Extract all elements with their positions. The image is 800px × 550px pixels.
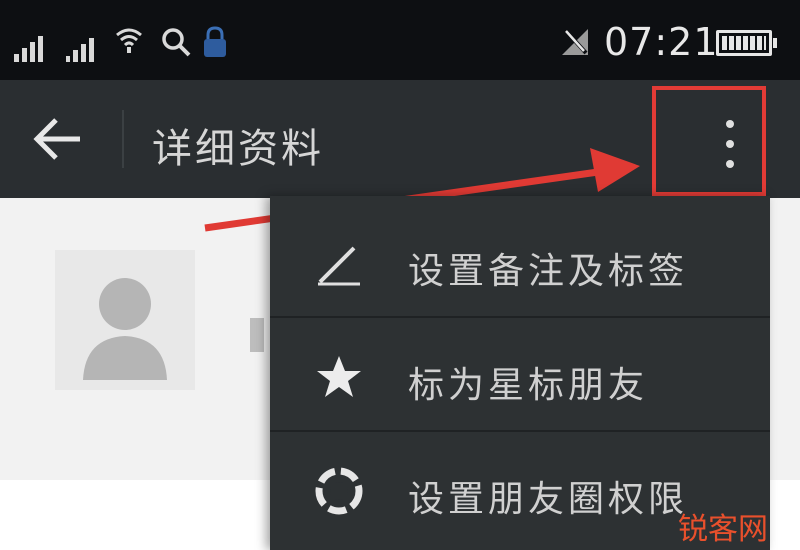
- lock-icon: [204, 26, 226, 57]
- menu-item-star-friend[interactable]: 标为星标朋友: [270, 320, 770, 432]
- pencil-icon: [318, 246, 360, 286]
- action-divider: [122, 110, 124, 168]
- avatar: [55, 250, 195, 390]
- search-icon: [162, 28, 191, 57]
- menu-item-label: 标为星标朋友: [408, 365, 649, 406]
- menu-item-label: 设置朋友圈权限: [408, 479, 689, 520]
- signal-icon: [66, 38, 94, 62]
- action-bar: 详细资料: [0, 80, 800, 198]
- wifi-icon: [116, 28, 142, 53]
- star-icon: [317, 356, 361, 397]
- menu-item-label: 设置备注及标签: [408, 251, 689, 292]
- moments-icon: [315, 467, 363, 515]
- options-menu: 设置备注及标签 标为星标朋友 设置朋友圈权限: [270, 196, 770, 550]
- battery-icon: [716, 30, 777, 56]
- menu-item-remark-tags[interactable]: 设置备注及标签: [270, 206, 770, 318]
- back-button[interactable]: [30, 114, 86, 164]
- no-service-icon: [562, 29, 588, 55]
- arrow-left-icon: [33, 118, 80, 160]
- nickname-fragment: [250, 318, 264, 352]
- page-title: 详细资料: [152, 126, 324, 172]
- more-options-button[interactable]: [652, 86, 766, 196]
- status-bar: 07:21: [0, 0, 800, 80]
- watermark-text: 锐客网: [678, 512, 768, 547]
- signal-icon: [14, 36, 43, 62]
- status-time: 07:21: [604, 20, 719, 64]
